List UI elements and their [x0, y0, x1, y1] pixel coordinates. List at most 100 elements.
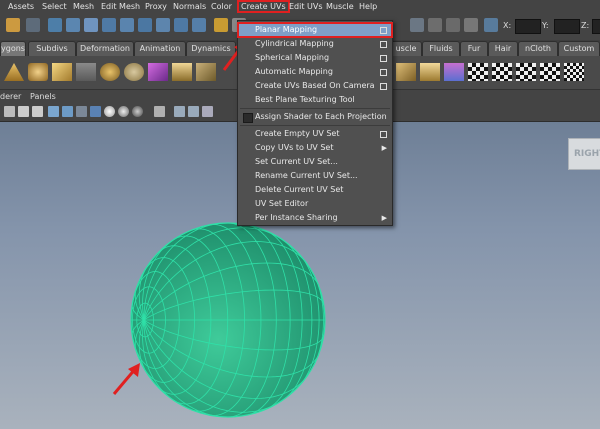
menu-proxy[interactable]: Proxy [145, 2, 167, 11]
view-tool-icon[interactable] [4, 106, 15, 117]
menu-item-planar-mapping[interactable]: Planar Mapping [237, 22, 393, 38]
shading-icon[interactable] [118, 106, 129, 117]
checker-icon[interactable] [540, 63, 560, 81]
tool-icon[interactable] [6, 18, 20, 32]
menu-item-spherical-mapping[interactable]: Spherical Mapping [238, 51, 392, 65]
checker-icon[interactable] [468, 63, 488, 81]
mesh-tool-icon[interactable] [76, 63, 96, 81]
uv-tool-icon[interactable] [420, 63, 440, 81]
view-cube-label[interactable]: RIGHT [568, 138, 600, 170]
option-box-icon[interactable] [380, 69, 387, 76]
tool-icon[interactable] [120, 18, 134, 32]
menu-renderer[interactable]: derer [0, 92, 21, 101]
cylinder-icon[interactable] [28, 63, 48, 81]
menu-item-create-empty-uv-set[interactable]: Create Empty UV Set [238, 127, 392, 141]
plane-icon[interactable] [172, 63, 192, 81]
checkbox[interactable] [243, 113, 253, 123]
select-icon[interactable] [48, 18, 62, 32]
lighting-icon[interactable] [132, 106, 143, 117]
view-tool-icon[interactable] [62, 106, 73, 117]
cube-icon[interactable] [52, 63, 72, 81]
y-field-label: Y: [542, 21, 549, 30]
tab-animation[interactable]: Animation [134, 41, 186, 57]
menu-normals[interactable]: Normals [173, 2, 206, 11]
cone-icon[interactable] [4, 63, 24, 81]
lock-icon[interactable] [214, 18, 228, 32]
rotate-icon[interactable] [84, 18, 98, 32]
option-box-icon[interactable] [380, 41, 387, 48]
tab-deformation[interactable]: Deformation [76, 41, 134, 57]
camera-icon[interactable] [48, 106, 59, 117]
option-box-icon[interactable] [380, 83, 387, 90]
shading-icon[interactable] [104, 106, 115, 117]
menu-item-best-plane[interactable]: Best Plane Texturing Tool [238, 93, 392, 107]
menu-panels[interactable]: Panels [30, 92, 56, 101]
view-tool-icon[interactable] [18, 106, 29, 117]
option-box-icon[interactable] [380, 131, 387, 138]
render-icon[interactable] [410, 18, 424, 32]
tool-icon[interactable] [26, 18, 40, 32]
option-box-icon[interactable] [380, 55, 387, 62]
scale-icon[interactable] [102, 18, 116, 32]
view-tool-icon[interactable] [154, 106, 165, 117]
help-icon[interactable] [192, 18, 206, 32]
tab-muscle[interactable]: uscle [390, 41, 422, 57]
menu-item-delete-uv-set[interactable]: Delete Current UV Set [238, 183, 392, 197]
render-icon[interactable] [464, 18, 478, 32]
uv-tool-icon[interactable] [444, 63, 464, 81]
view-tool-icon[interactable] [174, 106, 185, 117]
tab-custom[interactable]: Custom [558, 41, 600, 57]
move-icon[interactable] [66, 18, 80, 32]
menu-select[interactable]: Select [42, 2, 67, 11]
menu-mesh[interactable]: Mesh [73, 2, 94, 11]
tab-hair[interactable]: Hair [488, 41, 518, 57]
tool-icon[interactable] [174, 18, 188, 32]
view-tool-icon[interactable] [76, 106, 87, 117]
tool-icon[interactable] [156, 18, 170, 32]
menu-assets[interactable]: Assets [8, 2, 34, 11]
torus-icon[interactable] [124, 63, 144, 81]
menu-item-uv-set-editor[interactable]: UV Set Editor [238, 197, 392, 211]
menu-item-rename-uv-set[interactable]: Rename Current UV Set... [238, 169, 392, 183]
menu-item-set-current-uv-set[interactable]: Set Current UV Set... [238, 155, 392, 169]
create-uvs-dropdown: Planar Mapping Cylindrical Mapping Spher… [237, 20, 393, 226]
view-tool-icon[interactable] [32, 106, 43, 117]
tab-subdivs[interactable]: Subdivs [28, 41, 76, 57]
checker-icon[interactable] [516, 63, 536, 81]
tab-polygons[interactable]: ygons [0, 41, 26, 57]
tab-fur[interactable]: Fur [460, 41, 488, 57]
render-icon[interactable] [428, 18, 442, 32]
menu-muscle[interactable]: Muscle [326, 2, 354, 11]
checker-icon[interactable] [492, 63, 512, 81]
y-field[interactable] [554, 19, 580, 34]
x-field[interactable] [515, 19, 541, 34]
tool-icon[interactable] [138, 18, 152, 32]
view-tool-icon[interactable] [188, 106, 199, 117]
sphere-icon[interactable] [100, 63, 120, 81]
option-box-icon[interactable] [380, 27, 387, 34]
submenu-arrow-icon: ▶ [381, 144, 387, 152]
z-field[interactable] [592, 19, 600, 34]
menu-item-per-instance-sharing[interactable]: Per Instance Sharing ▶ [238, 211, 392, 225]
menu-item-copy-uvs[interactable]: Copy UVs to UV Set ▶ [238, 141, 392, 155]
menu-create-uvs[interactable]: Create UVs [237, 0, 290, 13]
tab-ncloth[interactable]: nCloth [518, 41, 558, 57]
menu-item-automatic-mapping[interactable]: Automatic Mapping [238, 65, 392, 79]
main-menu-bar: Assets Select Mesh Edit Mesh Proxy Norma… [0, 0, 600, 16]
menu-item-cylindrical-mapping[interactable]: Cylindrical Mapping [238, 37, 392, 51]
menu-edit-uvs[interactable]: Edit UVs [289, 2, 323, 11]
uv-tool-icon[interactable] [396, 63, 416, 81]
tab-fluids[interactable]: Fluids [422, 41, 460, 57]
menu-item-create-uvs-camera[interactable]: Create UVs Based On Camera [238, 79, 392, 93]
extrude-icon[interactable] [196, 63, 216, 81]
view-tool-icon[interactable] [202, 106, 213, 117]
menu-help[interactable]: Help [359, 2, 377, 11]
transform-icon[interactable] [484, 18, 498, 32]
checker-icon[interactable] [564, 63, 584, 81]
menu-edit-mesh[interactable]: Edit Mesh [101, 2, 140, 11]
combine-icon[interactable] [148, 63, 168, 81]
view-tool-icon[interactable] [90, 106, 101, 117]
menu-color[interactable]: Color [211, 2, 232, 11]
render-icon[interactable] [446, 18, 460, 32]
menu-item-assign-shader[interactable]: Assign Shader to Each Projection [238, 110, 392, 124]
